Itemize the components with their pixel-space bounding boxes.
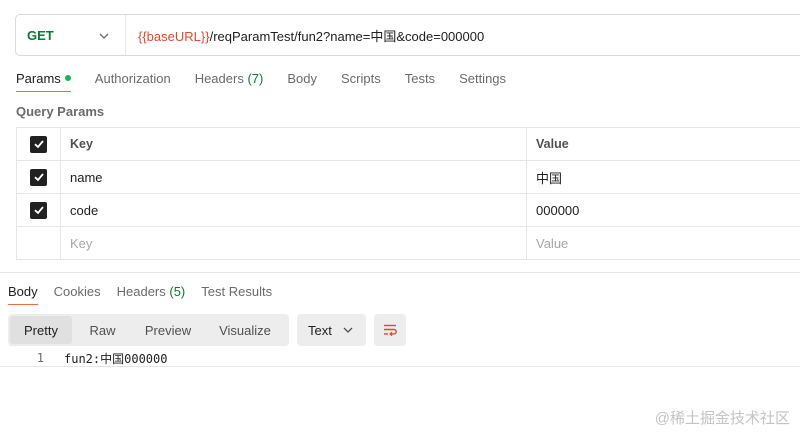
view-pretty-button[interactable]: Pretty [10,316,72,344]
request-url-bar: GET {{baseURL}}/reqParamTest/fun2?name=中… [15,14,800,56]
column-value: Value [536,137,569,151]
table-row: name 中国 [16,161,800,194]
view-mode-selector: Pretty Raw Preview Visualize [8,314,289,346]
view-visualize-button[interactable]: Visualize [203,316,287,344]
new-value-input[interactable]: Value [527,227,800,259]
tab-settings[interactable]: Settings [459,70,506,92]
param-value-cell[interactable]: 中国 [527,161,800,193]
format-select[interactable]: Text [297,314,366,346]
format-select-value: Text [308,322,332,338]
url-path: /reqParamTest/fun2?name=中国&code=000000 [209,28,485,44]
tab-params[interactable]: Params [16,70,71,92]
params-active-dot [64,75,71,81]
tab-headers[interactable]: Headers (7) [195,70,264,92]
tab-response-headers[interactable]: Headers (5) [117,283,186,305]
request-tabs: Params Authorization Headers (7) Body Sc… [16,70,530,92]
line-number: 1 [36,351,44,365]
view-raw-button[interactable]: Raw [72,316,133,344]
url-variable: {{baseURL}} [138,28,210,44]
view-preview-button[interactable]: Preview [133,316,203,344]
response-headers-count: (5) [169,284,186,299]
watermark: @稀土掘金技术社区 [654,410,790,427]
tab-body[interactable]: Body [287,70,317,92]
wrap-lines-button[interactable] [374,314,406,346]
tab-test-results[interactable]: Test Results [201,283,272,305]
wrap-lines-icon [384,324,397,337]
select-all-checkbox[interactable] [30,135,47,153]
param-checkbox[interactable] [30,201,47,219]
check-icon [33,140,44,149]
response-line-text: fun2:中国000000 [64,351,168,366]
tab-tests[interactable]: Tests [405,70,435,92]
headers-count: (7) [247,71,264,86]
check-icon [33,173,44,182]
query-params-table: Key Value name 中国 code 000000 Key Value [16,127,800,260]
pane-divider[interactable] [0,272,800,273]
tab-response-body[interactable]: Body [8,283,38,305]
param-key-cell[interactable]: code [61,194,527,226]
url-input[interactable]: {{baseURL}}/reqParamTest/fun2?name=中国&co… [126,26,484,45]
chevron-down-icon [99,33,109,39]
query-params-title: Query Params [16,104,105,119]
table-row-empty: Key Value [16,227,800,260]
method-label: GET [27,27,54,43]
table-row: code 000000 [16,194,800,227]
response-body-editor[interactable]: 1 fun2:中国000000 [0,350,800,367]
response-tabs: Body Cookies Headers (5) Test Results [8,283,296,305]
new-key-input[interactable]: Key [61,227,527,259]
chevron-down-icon [343,327,353,333]
param-value-cell[interactable]: 000000 [527,194,800,226]
tab-cookies[interactable]: Cookies [54,283,101,305]
tab-authorization[interactable]: Authorization [95,70,171,92]
tab-scripts[interactable]: Scripts [341,70,381,92]
table-header-row: Key Value [16,128,800,161]
param-key-cell[interactable]: name [61,161,527,193]
column-key: Key [61,128,527,160]
check-icon [33,206,44,215]
method-select[interactable]: GET [16,15,126,55]
param-checkbox[interactable] [30,168,47,186]
